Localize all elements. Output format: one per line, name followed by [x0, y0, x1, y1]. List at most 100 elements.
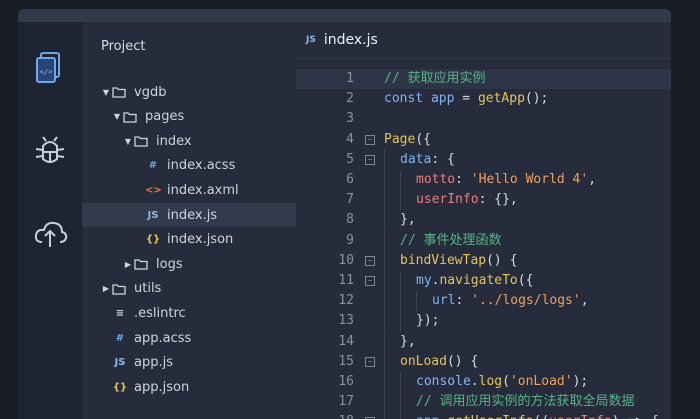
code-line[interactable]: 15− onLoad() { — [296, 351, 671, 372]
tree-item-app-js[interactable]: JS app.js — [82, 351, 326, 375]
line-number: 12 — [338, 293, 354, 309]
code-text: app.getUserInfo((userInfo) => { — [416, 412, 659, 419]
indent-guide — [384, 392, 385, 413]
line-number: 8 — [346, 212, 354, 228]
indent-guide — [384, 331, 385, 352]
code-line[interactable]: 8}, — [296, 210, 671, 231]
line-number: 3 — [346, 111, 354, 127]
code-token: (); — [524, 91, 549, 107]
code-line[interactable]: 17 // 调用应用实例的方法获取全局数据 — [296, 392, 671, 413]
code-token: url — [432, 293, 456, 309]
code-token: bindViewTap — [400, 252, 487, 268]
code-token: ( — [502, 374, 510, 389]
fold-toggle-icon[interactable]: − — [365, 134, 375, 145]
code-line[interactable]: 7 userInfo: {}, — [296, 190, 671, 211]
json-file-icon: {} — [112, 381, 128, 393]
code-line[interactable]: 12 url: '../logs/logs', — [296, 291, 671, 312]
code-text: my.navigateTo({ — [416, 271, 533, 291]
json-file-icon: {} — [145, 234, 161, 246]
code-token: const — [384, 91, 431, 107]
line-number: 2 — [346, 91, 354, 107]
indent-guide — [400, 170, 401, 190]
indent-guide — [400, 190, 401, 211]
line-number: 15 — [338, 353, 354, 369]
chevron-down-icon[interactable]: ▼ — [111, 112, 123, 121]
code-token: console — [416, 374, 471, 389]
chevron-down-icon[interactable]: ▼ — [100, 88, 112, 97]
code-text: motto: 'Hello World 4', — [416, 170, 596, 190]
line-number: 7 — [346, 192, 354, 208]
folder-icon — [112, 87, 126, 98]
tree-item-app-acss[interactable]: # app.acss — [82, 326, 326, 350]
svg-text:</>: </> — [40, 68, 53, 76]
fold-toggle-icon[interactable]: − — [365, 154, 375, 165]
indent-guide — [384, 210, 385, 231]
folder-icon — [134, 259, 148, 270]
tree-item-label: index.js — [167, 207, 218, 223]
axml-file-icon: <> — [145, 184, 162, 196]
indent-guide — [384, 291, 385, 312]
code-token: : — [455, 293, 472, 309]
chevron-down-icon[interactable]: ▼ — [122, 137, 134, 146]
folder-icon — [112, 284, 126, 295]
line-number: 14 — [338, 333, 354, 349]
code-token: }, — [400, 333, 416, 349]
code-line[interactable]: 18−app.getUserInfo((userInfo) => { — [296, 412, 671, 419]
code-text: onLoad() { — [400, 352, 478, 372]
fold-toggle-icon[interactable]: − — [365, 276, 375, 286]
code-line[interactable]: 2 const app = getApp(); — [296, 89, 671, 109]
code-token: 'Hello World 4' — [470, 172, 589, 187]
code-line[interactable]: 1 // 获取应用实例 — [296, 69, 671, 89]
tree-item-label: vgdb — [134, 84, 167, 100]
cloud-upload-icon[interactable] — [32, 214, 68, 254]
code-line[interactable]: 4− Page({ — [296, 130, 671, 150]
bug-icon[interactable] — [32, 132, 68, 172]
sidebar-title: Project — [101, 39, 146, 54]
fold-toggle-icon[interactable]: − — [365, 255, 375, 266]
code-line[interactable]: 16 console.log('onLoad'); — [296, 372, 671, 392]
activity-bar: </> — [18, 22, 82, 419]
code-text: const app = getApp(); — [384, 89, 548, 109]
code-token: ({ — [517, 273, 534, 288]
code-line[interactable]: 11 − my.navigateTo({ — [296, 271, 671, 291]
tab-index-js[interactable]: JS index.js — [306, 22, 378, 58]
code-token: : — [455, 172, 471, 187]
indent-guide — [384, 372, 385, 392]
indent-guide — [384, 230, 385, 251]
code-token: . — [470, 374, 479, 389]
tree-item-pages[interactable]: ▼ pages — [82, 105, 325, 129]
code-token: }, — [400, 212, 416, 228]
indent-guide — [416, 291, 417, 312]
code-line[interactable]: 13}); — [296, 311, 671, 332]
tree-item-utils[interactable]: ▶ utils — [82, 277, 314, 301]
code-token: getUserInfo — [447, 414, 533, 419]
code-line[interactable]: 10− bindViewTap() { — [296, 250, 671, 271]
code-area[interactable]: 1// 获取应用实例 2 const app = getApp(); 3 4− Page(… — [296, 59, 671, 419]
chevron-right-icon[interactable]: ▶ — [100, 284, 112, 293]
indent-guide — [384, 250, 385, 271]
fold-toggle-icon[interactable]: − — [365, 356, 375, 367]
tree-item-eslintrc[interactable]: ≡ .eslintrc — [82, 301, 326, 325]
indent-guide — [400, 271, 401, 291]
code-line[interactable]: 6 motto: 'Hello World 4', — [296, 170, 671, 190]
line-number: 17 — [338, 394, 354, 410]
code-token: ) => { — [612, 414, 659, 419]
code-token: log — [478, 374, 503, 389]
code-token: app — [430, 91, 455, 107]
tree-item-label: app.json — [134, 379, 190, 395]
js-file-icon: JS — [147, 209, 159, 221]
tree-item-app-json[interactable]: {} app.json — [82, 375, 326, 399]
tree-item-vgdb[interactable]: ▼ vgdb — [82, 80, 314, 104]
js-file-icon: JS — [114, 357, 126, 369]
code-line[interactable]: 9 // 事件处理函数 — [296, 230, 671, 251]
code-line[interactable]: 5− data: { — [296, 149, 671, 170]
code-line[interactable]: 3 — [296, 109, 671, 129]
code-text: // 获取应用实例 — [384, 69, 485, 89]
code-line[interactable]: 14}, — [296, 331, 671, 352]
chevron-right-icon[interactable]: ▶ — [122, 260, 134, 269]
file-code-icon[interactable]: </> — [32, 49, 68, 89]
code-text: }, — [400, 332, 416, 352]
code-text: console.log('onLoad'); — [416, 372, 588, 392]
indent-guide — [400, 392, 401, 413]
code-token: // 调用应用实例的方法获取全局数据 — [416, 394, 635, 410]
